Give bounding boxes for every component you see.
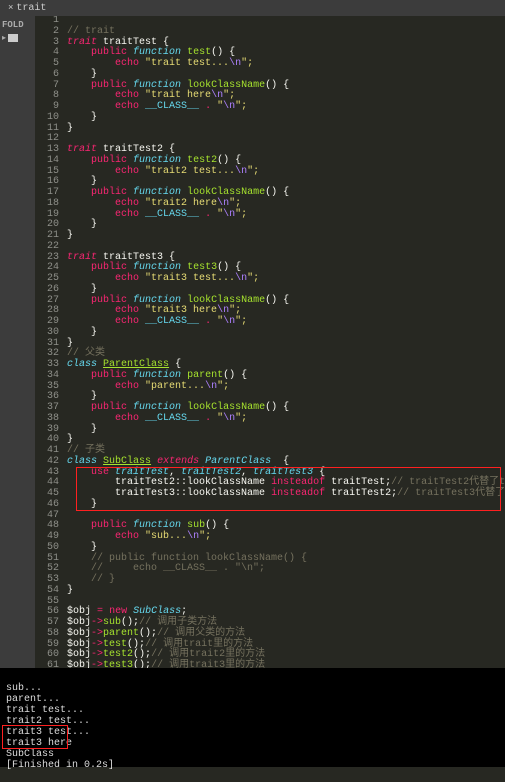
folder-row[interactable]: ▸ bbox=[2, 33, 33, 43]
console-line: trait3 test... bbox=[6, 727, 90, 738]
console-line: [Finished in 0.2s] bbox=[6, 760, 114, 771]
console-line: parent... bbox=[6, 694, 60, 705]
main-area: FOLD ▸ 123456789101112131415161718192021… bbox=[0, 16, 505, 668]
console-line: trait test... bbox=[6, 705, 84, 716]
console-output: sub... parent... trait test... trait2 te… bbox=[0, 668, 505, 767]
line-gutter: 1234567891011121314151617181920212223242… bbox=[35, 16, 65, 668]
console-line: sub... bbox=[6, 683, 42, 694]
code-content[interactable]: // traittrait traitTest { public functio… bbox=[67, 16, 505, 668]
tab-label: trait bbox=[16, 3, 46, 14]
tab-file[interactable]: × trait bbox=[2, 3, 52, 14]
chevron-right-icon[interactable]: ▸ bbox=[2, 33, 6, 43]
code-editor[interactable]: 1234567891011121314151617181920212223242… bbox=[35, 16, 505, 668]
sidebar[interactable]: FOLD ▸ bbox=[0, 16, 35, 668]
close-icon[interactable]: × bbox=[8, 3, 13, 13]
folders-heading: FOLD bbox=[2, 20, 33, 30]
console-line: trait3 here bbox=[6, 738, 72, 749]
tab-bar: × trait bbox=[0, 0, 505, 16]
folder-icon bbox=[8, 34, 18, 42]
console-line: SubClass bbox=[6, 749, 54, 760]
console-line: trait2 test... bbox=[6, 716, 90, 727]
